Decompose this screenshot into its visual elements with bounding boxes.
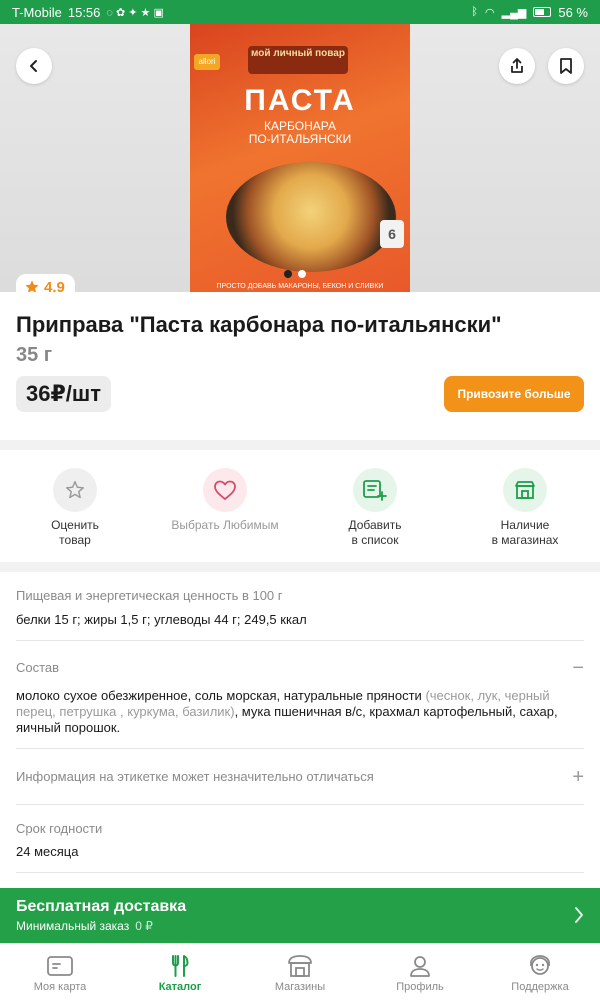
- favorite-circle: [203, 468, 247, 512]
- product-actions: Оценить товар Выбрать Любимым Добавить в…: [0, 450, 600, 562]
- share-button[interactable]: [499, 48, 535, 84]
- store-icon: [288, 955, 312, 977]
- divider: [16, 748, 584, 749]
- nutrition-caption: Пищевая и энергетическая ценность в 100 …: [16, 588, 283, 603]
- list-add-icon: [363, 480, 387, 501]
- package-logo: allori: [194, 54, 220, 70]
- tab-my-card[interactable]: Моя карта: [0, 944, 120, 1000]
- card-icon: [47, 956, 73, 976]
- shelf-life-section: Срок годности 24 месяца: [16, 821, 584, 860]
- rate-product-label: Оценить товар: [51, 518, 99, 547]
- tab-support[interactable]: Поддержка: [480, 944, 600, 1000]
- store-availability-circle: [503, 468, 547, 512]
- heart-icon: [214, 480, 236, 500]
- bookmark-button[interactable]: [548, 48, 584, 84]
- profile-icon: [410, 956, 430, 977]
- tab-label: Моя карта: [33, 981, 87, 993]
- nutrition-value: белки 15 г; жиры 1,5 г; углеводы 44 г; 2…: [16, 612, 307, 627]
- package-brand: мой личный повар: [248, 46, 348, 74]
- tab-label: Каталог: [158, 981, 202, 993]
- divider: [16, 804, 584, 805]
- tab-stores[interactable]: Магазины: [240, 944, 360, 1000]
- product-price: 36₽/шт: [16, 376, 112, 412]
- chevron-left-icon: [30, 60, 37, 72]
- product-weight: 35 г: [16, 344, 53, 366]
- carrier-name: T-Mobile: [12, 4, 62, 20]
- shelf-life-value: 24 месяца: [16, 844, 79, 859]
- nutrition-section: Пищевая и энергетическая ценность в 100 …: [16, 588, 584, 628]
- back-button[interactable]: [16, 48, 52, 84]
- fork-knife-icon: [172, 955, 189, 977]
- share-icon: [511, 58, 523, 73]
- product-summary: Приправа "Паста карбонара по-итальянски"…: [0, 292, 600, 440]
- label-info-caption: Информация на этикетке может незначитель…: [16, 769, 374, 784]
- carousel-indicator: [284, 270, 306, 278]
- composition-section[interactable]: Состав − молоко сухое обезжиренное, соль…: [16, 658, 584, 736]
- add-to-list-circle: [353, 468, 397, 512]
- battery-icon: [533, 7, 552, 17]
- signal-icon: ▂▄▆: [501, 6, 527, 19]
- bring-more-button[interactable]: Привозите больше: [444, 376, 584, 412]
- store-availability-label: Наличие в магазинах: [491, 518, 559, 547]
- favorite-label: Выбрать Любимым: [171, 518, 279, 532]
- status-bar: T-Mobile 15:56 ◌ ✿ ✦ ★ ▣ ᛒ ◠ ▂▄▆ 56 %: [0, 0, 600, 24]
- shelf-life-caption: Срок годности: [16, 821, 103, 836]
- product-details: Пищевая и энергетическая ценность в 100 …: [0, 572, 600, 888]
- portions-badge: 6: [380, 220, 404, 248]
- tab-label: Поддержка: [511, 981, 569, 993]
- label-info-section[interactable]: Информация на этикетке может незначитель…: [16, 767, 584, 787]
- rate-circle: [53, 468, 97, 512]
- product-package-image: allori мой личный повар ПАСТА КАРБОНАРА …: [190, 24, 410, 292]
- package-subtitle: КАРБОНАРА ПО-ИТАЛЬЯНСКИ: [248, 119, 352, 146]
- composition-value: молоко сухое обезжиренное, соль морская,…: [16, 688, 558, 735]
- tab-label: Профиль: [396, 981, 444, 993]
- bottom-navigation: Моя карта Каталог Магазины Профиль Подде…: [0, 943, 600, 1000]
- support-icon: [530, 955, 550, 975]
- battery-level: 56 %: [558, 4, 588, 20]
- divider: [16, 872, 584, 873]
- favorite-action[interactable]: Выбрать Любимым: [150, 450, 300, 562]
- tab-catalog[interactable]: Каталог: [120, 944, 240, 1000]
- min-order: Минимальный заказ 0 ₽: [16, 919, 153, 933]
- package-title: ПАСТА: [244, 84, 356, 117]
- clock: 15:56: [67, 4, 101, 20]
- product-title: Приправа "Паста карбонара по-итальянски": [16, 312, 502, 337]
- free-delivery-banner[interactable]: Бесплатная доставка Минимальный заказ 0 ₽: [0, 888, 600, 943]
- add-to-list-action[interactable]: Добавить в список: [300, 450, 450, 562]
- carousel-dot-active: [284, 270, 292, 278]
- composition-caption: Состав: [16, 660, 60, 675]
- carousel-dot: [298, 270, 306, 278]
- wifi-icon: ◠: [485, 6, 495, 19]
- divider: [16, 640, 584, 641]
- chevron-right-icon: [575, 907, 583, 923]
- store-availability-action[interactable]: Наличие в магазинах: [450, 450, 600, 562]
- notification-icons: ◌ ✿ ✦ ★ ▣: [106, 6, 164, 19]
- add-to-list-label: Добавить в список: [348, 518, 402, 547]
- collapse-icon[interactable]: −: [572, 658, 584, 678]
- tab-profile[interactable]: Профиль: [360, 944, 480, 1000]
- rate-product-action[interactable]: Оценить товар: [0, 450, 150, 562]
- delivery-title: Бесплатная доставка: [16, 898, 187, 915]
- tab-label: Магазины: [274, 981, 326, 993]
- star-outline-icon: [66, 481, 84, 499]
- package-bottom-text: ПРОСТО ДОБАВЬ МАКАРОНЫ, БЕКОН И СЛИВКИ: [216, 283, 384, 290]
- pasta-dish-image: [226, 162, 396, 272]
- bookmark-icon: [560, 58, 572, 74]
- expand-icon[interactable]: +: [572, 767, 584, 787]
- bluetooth-icon: ᛒ: [471, 6, 479, 18]
- store-icon: [515, 481, 535, 499]
